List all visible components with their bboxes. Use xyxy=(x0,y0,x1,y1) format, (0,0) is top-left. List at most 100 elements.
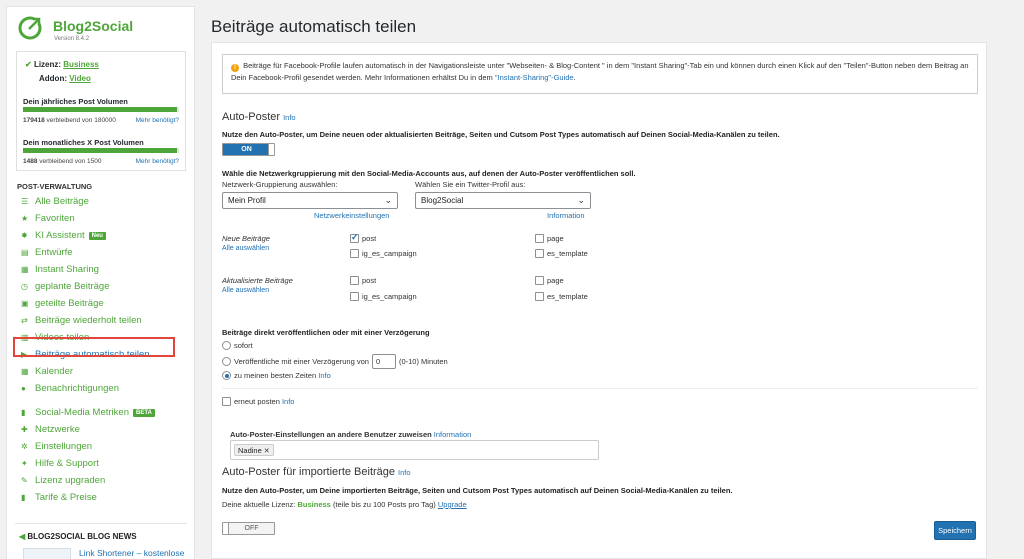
monthly-more-link[interactable]: Mehr benötigt? xyxy=(136,158,179,165)
sidebar-item-label: Social-Media Metriken xyxy=(35,407,129,418)
sidebar-item-geteilte-beitraege[interactable]: ▣ geteilte Beiträge xyxy=(21,295,191,312)
sidebar-item-wiederholt-teilen[interactable]: ⇄ Beiträge wiederholt teilen xyxy=(21,312,191,329)
annual-remaining: 179418 verbleibend von 180000 xyxy=(23,117,116,124)
checkbox-box xyxy=(535,276,544,285)
save-button[interactable]: Speichern xyxy=(934,521,976,540)
list-icon: ☰ xyxy=(21,197,29,206)
autoposter-toggle[interactable]: ON xyxy=(222,143,275,156)
instant-sharing-guide-link[interactable]: "Instant-Sharing"-Guide xyxy=(495,73,574,82)
network-group-value: Mein Profil xyxy=(228,196,266,205)
sidebar-item-netzwerke[interactable]: ✚ Netzwerke xyxy=(21,421,191,438)
bell-icon: ● xyxy=(21,384,26,393)
sidebar-item-metriken[interactable]: ▮ Social-Media Metriken BETA xyxy=(21,404,191,421)
addon-link[interactable]: Video xyxy=(69,74,91,83)
license-detail: (teile bis zu 100 Posts pro Tag) xyxy=(332,500,436,509)
close-icon[interactable]: ✕ xyxy=(264,448,270,455)
checkbox-box xyxy=(350,292,359,301)
new-page-checkbox[interactable]: page xyxy=(535,234,564,243)
sidebar-item-kalender[interactable]: ▦ Kalender xyxy=(21,363,191,380)
ai-icon: ✸ xyxy=(21,231,28,240)
annual-more-link[interactable]: Mehr benötigt? xyxy=(136,117,179,124)
checkbox-label: post xyxy=(362,276,377,285)
publish-best-times-radio[interactable]: zu meinen besten Zeiten Info xyxy=(222,371,331,380)
new-ig-checkbox[interactable]: ig_es_campaign xyxy=(350,249,417,258)
sidebar-item-label: Benachrichtigungen xyxy=(35,383,119,394)
sidebar-item-einstellungen[interactable]: ✲ Einstellungen xyxy=(21,438,191,455)
sidebar-item-instant-sharing[interactable]: ▦ Instant Sharing xyxy=(21,261,191,278)
news-thumbnail[interactable] xyxy=(23,548,71,559)
repeat-icon: ⇄ xyxy=(21,316,28,325)
network-settings-link[interactable]: Netzwerkeinstellungen xyxy=(314,211,389,220)
sidebar-item-lizenz-upgraden[interactable]: ✎ Lizenz upgraden xyxy=(21,472,191,489)
checkbox-label: es_template xyxy=(547,249,588,258)
publish-delay-radio[interactable]: Veröffentliche mit einer Verzögerung von… xyxy=(222,354,448,369)
annual-volume-bar xyxy=(23,107,179,112)
updated-select-all-link[interactable]: Alle auswählen xyxy=(222,287,269,294)
twitter-information-link[interactable]: Information xyxy=(547,211,585,220)
sidebar-item-label: Einstellungen xyxy=(35,441,93,452)
imported-toggle[interactable]: OFF xyxy=(222,522,275,535)
assign-info-link[interactable]: Information xyxy=(434,430,472,439)
menu-divider xyxy=(21,397,191,404)
annual-volume-title: Dein jährliches Post Volumen xyxy=(23,97,128,106)
checkbox-label: es_template xyxy=(547,292,588,301)
new-badge: Neu xyxy=(88,231,106,240)
sidebar-item-label: Alle Beiträge xyxy=(35,196,89,207)
draft-icon: ▤ xyxy=(21,248,29,257)
radio-circle xyxy=(222,357,231,366)
sidebar-item-tarife[interactable]: ▮ Tarife & Preise xyxy=(21,489,191,506)
sidebar-item-favoriten[interactable]: ★ Favoriten xyxy=(21,210,191,227)
sidebar-item-benachrichtigungen[interactable]: ● Benachrichtigungen xyxy=(21,380,191,397)
monthly-remaining: 1488 verbleibend von 1500 xyxy=(23,158,101,165)
sidebar-item-label: Kalender xyxy=(35,366,74,377)
checkbox-box xyxy=(350,276,359,285)
radio-circle-checked xyxy=(222,371,231,380)
toggle-off-label: OFF xyxy=(229,523,274,534)
new-post-checkbox[interactable]: post xyxy=(350,232,376,243)
checkbox-box xyxy=(350,249,359,258)
network-group-select[interactable]: Mein Profil ⌄ xyxy=(222,192,398,209)
twitter-profile-select[interactable]: Blog2Social ⌄ xyxy=(415,192,591,209)
chart-icon: ▮ xyxy=(21,408,26,417)
repost-checkbox[interactable]: erneut posten Info xyxy=(222,397,294,406)
license-text: Deine aktuelle Lizenz: xyxy=(222,500,296,509)
user-tag-label: Nadine xyxy=(238,446,262,455)
active-menu-highlight xyxy=(13,337,175,357)
new-select-all-link[interactable]: Alle auswählen xyxy=(222,245,269,252)
best-times-info-link[interactable]: Info xyxy=(318,371,331,380)
sidebar-item-ki-assistent[interactable]: ✸ KI Assistent Neu xyxy=(21,227,191,244)
star-icon: ★ xyxy=(21,214,29,223)
addon-row: Addon: Video xyxy=(39,74,91,83)
updated-ig-checkbox[interactable]: ig_es_campaign xyxy=(350,292,417,301)
checkbox-label: erneut posten xyxy=(234,397,280,406)
updated-page-checkbox[interactable]: page xyxy=(535,276,564,285)
sidebar-item-label: Entwürfe xyxy=(35,247,73,258)
repost-info-link[interactable]: Info xyxy=(282,397,295,406)
sidebar-item-entwuerfe[interactable]: ▤ Entwürfe xyxy=(21,244,191,261)
checkbox-box xyxy=(535,234,544,243)
pricing-icon: ▮ xyxy=(21,493,26,502)
autoposter-heading: Auto-Poster Info xyxy=(222,111,296,123)
autoposter-info-link[interactable]: Info xyxy=(283,113,296,122)
settings-panel: ! Beiträge für Facebook-Profile laufen a… xyxy=(211,42,987,559)
delay-minutes-input[interactable]: 0 xyxy=(371,354,396,369)
imported-info-link[interactable]: Info xyxy=(398,468,411,477)
monthly-remaining-value: 1488 xyxy=(23,158,38,165)
divider xyxy=(222,388,978,389)
upgrade-link[interactable]: Upgrade xyxy=(438,500,467,509)
updated-es-checkbox[interactable]: es_template xyxy=(535,292,588,301)
brand-version: Version 8.4.2 xyxy=(54,36,90,42)
notice-text-end: . xyxy=(573,73,576,82)
toggle-knob xyxy=(268,144,274,155)
updated-post-checkbox[interactable]: post xyxy=(350,276,376,285)
license-link[interactable]: Business xyxy=(63,60,99,69)
toggle-on-label: ON xyxy=(223,144,270,155)
publish-now-radio[interactable]: sofort xyxy=(222,341,253,350)
news-link[interactable]: Link Shortener – kostenlose und Premium … xyxy=(79,548,194,559)
new-es-checkbox[interactable]: es_template xyxy=(535,249,588,258)
sidebar-item-hilfe[interactable]: ✦ Hilfe & Support xyxy=(21,455,191,472)
sidebar-item-alle-beitraege[interactable]: ☰ Alle Beiträge xyxy=(21,193,191,210)
sidebar-item-label: Beiträge wiederholt teilen xyxy=(35,315,142,326)
sidebar-item-geplante-beitraege[interactable]: ◷ geplante Beiträge xyxy=(21,278,191,295)
assign-users-input[interactable]: Nadine ✕ xyxy=(230,440,599,460)
